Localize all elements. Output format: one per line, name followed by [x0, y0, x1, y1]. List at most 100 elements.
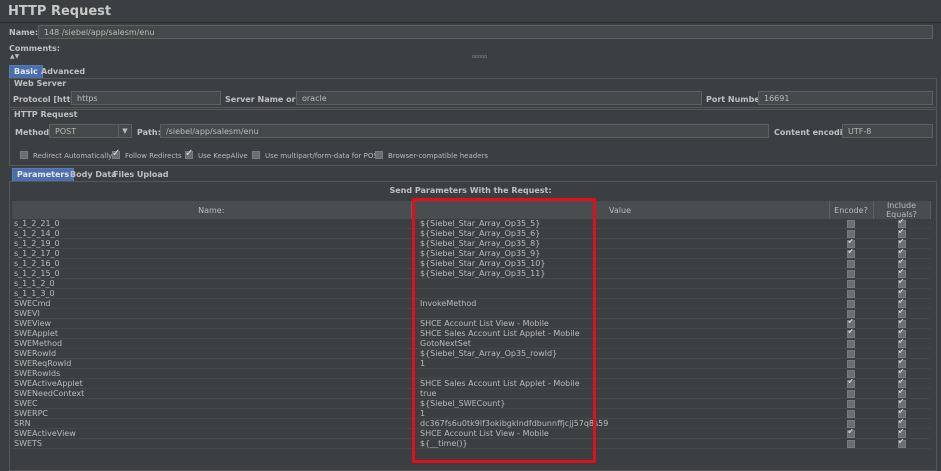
encode-checkbox[interactable] — [847, 339, 855, 348]
param-name-cell[interactable]: s_1_1_2_0 — [12, 278, 411, 289]
include-equals-cell — [873, 318, 930, 329]
include-equals-checkbox[interactable] — [897, 299, 906, 308]
server-field[interactable]: oracle — [296, 91, 702, 105]
include-equals-checkbox[interactable] — [897, 309, 906, 318]
include-equals-checkbox[interactable] — [897, 379, 906, 388]
param-name-cell[interactable]: SWEActiveApplet — [12, 378, 411, 389]
tab-files-upload[interactable]: Files Upload — [109, 169, 173, 181]
include-equals-checkbox[interactable] — [897, 329, 906, 338]
encode-checkbox[interactable] — [847, 269, 855, 278]
include-equals-checkbox[interactable] — [897, 389, 906, 398]
param-name-cell[interactable]: s_1_2_15_0 — [12, 268, 411, 279]
option-checkbox[interactable] — [375, 151, 383, 159]
param-name-cell[interactable]: SRN — [12, 418, 411, 429]
param-name-cell[interactable]: s_1_2_19_0 — [12, 238, 411, 249]
encode-checkbox[interactable] — [847, 349, 855, 358]
encode-checkbox[interactable] — [847, 289, 855, 298]
encode-checkbox[interactable] — [847, 229, 855, 238]
splitter-handle[interactable]: ooooo — [472, 54, 487, 60]
include-equals-checkbox[interactable] — [897, 369, 906, 378]
include-equals-checkbox[interactable] — [897, 289, 906, 298]
path-field[interactable]: /siebel/app/salesm/enu — [160, 124, 769, 138]
option-checkbox[interactable] — [252, 151, 260, 159]
include-equals-checkbox[interactable] — [897, 239, 906, 248]
include-equals-checkbox[interactable] — [897, 429, 906, 438]
include-equals-cell — [873, 358, 930, 369]
include-equals-checkbox[interactable] — [897, 349, 906, 358]
chevron-down-icon[interactable]: ▼ — [118, 124, 132, 138]
include-equals-checkbox[interactable] — [897, 439, 906, 448]
encode-checkbox[interactable] — [847, 429, 855, 438]
include-equals-checkbox[interactable] — [897, 409, 906, 418]
param-name-cell[interactable]: s_1_2_14_0 — [12, 228, 411, 239]
param-name-cell[interactable]: SWENeedContext — [12, 388, 411, 399]
name-field[interactable]: 148 /siebel/app/salesm/enu — [38, 25, 933, 39]
method-select[interactable]: POST — [49, 124, 119, 138]
include-equals-cell — [873, 438, 930, 449]
param-name-cell[interactable]: SWERowIds — [12, 368, 411, 379]
column-header-encode[interactable]: Encode? — [829, 201, 874, 219]
param-name-cell[interactable]: SWECmd — [12, 298, 411, 309]
encode-checkbox[interactable] — [847, 359, 855, 368]
encode-checkbox[interactable] — [847, 279, 855, 288]
encode-checkbox[interactable] — [847, 319, 855, 328]
param-name-cell[interactable]: SWEMethod — [12, 338, 411, 349]
param-name-cell[interactable]: s_1_1_3_0 — [12, 288, 411, 299]
encode-cell — [829, 268, 873, 279]
param-name-cell[interactable]: SWEVI — [12, 308, 411, 319]
param-name-cell[interactable]: SWEView — [12, 318, 411, 329]
include-equals-checkbox[interactable] — [897, 219, 906, 228]
include-equals-checkbox[interactable] — [897, 229, 906, 238]
param-name-cell[interactable]: SWEActiveView — [12, 428, 411, 439]
tab-parameters[interactable]: Parameters — [12, 168, 75, 182]
encode-checkbox[interactable] — [847, 309, 855, 318]
encode-cell — [829, 298, 873, 309]
include-equals-cell — [873, 308, 930, 319]
option-checkbox[interactable] — [185, 148, 193, 159]
encode-checkbox[interactable] — [847, 419, 855, 428]
encoding-field[interactable]: UTF-8 — [842, 124, 933, 138]
param-name-cell[interactable]: s_1_2_17_0 — [12, 248, 411, 259]
param-name-cell[interactable]: SWERowId — [12, 348, 411, 359]
include-equals-cell — [873, 219, 930, 229]
encode-checkbox[interactable] — [847, 389, 855, 398]
encode-checkbox[interactable] — [847, 439, 855, 448]
option-checkbox[interactable] — [112, 148, 120, 159]
collapse-arrows-icon[interactable]: ▲▼ — [10, 53, 19, 60]
include-equals-checkbox[interactable] — [897, 319, 906, 328]
param-name-cell[interactable]: SWETS — [12, 438, 411, 449]
encode-checkbox[interactable] — [847, 239, 855, 248]
protocol-field[interactable]: https — [71, 91, 221, 105]
option-label: Browser-compatible headers — [388, 152, 489, 160]
encode-checkbox[interactable] — [847, 299, 855, 308]
include-equals-checkbox[interactable] — [897, 339, 906, 348]
encode-checkbox[interactable] — [847, 399, 855, 408]
param-name-cell[interactable]: SWEC — [12, 398, 411, 409]
encode-cell — [829, 318, 873, 329]
port-field[interactable]: 16691 — [758, 91, 933, 105]
param-name-cell[interactable]: s_1_2_16_0 — [12, 258, 411, 269]
option-checkbox[interactable] — [20, 151, 28, 159]
include-equals-checkbox[interactable] — [897, 279, 906, 288]
column-header-name[interactable]: Name: — [12, 201, 412, 219]
encode-checkbox[interactable] — [847, 379, 855, 388]
include-equals-checkbox[interactable] — [897, 359, 906, 368]
encode-checkbox[interactable] — [847, 259, 855, 268]
encode-checkbox[interactable] — [847, 409, 855, 418]
encode-checkbox[interactable] — [847, 249, 855, 258]
param-name-cell[interactable]: SWEReqRowId — [12, 358, 411, 369]
param-name-cell[interactable]: SWERPC — [12, 408, 411, 419]
include-equals-checkbox[interactable] — [897, 249, 906, 258]
param-name-cell[interactable]: SWEApplet — [12, 328, 411, 339]
encode-checkbox[interactable] — [847, 369, 855, 378]
include-equals-checkbox[interactable] — [897, 419, 906, 428]
include-equals-checkbox[interactable] — [897, 399, 906, 408]
param-name-cell[interactable]: s_1_2_21_0 — [12, 219, 411, 229]
column-header-include-equals[interactable]: Include Equals? — [873, 201, 931, 219]
encode-checkbox[interactable] — [847, 219, 855, 228]
encode-checkbox[interactable] — [847, 329, 855, 338]
tab-advanced[interactable]: Advanced — [37, 66, 89, 78]
include-equals-cell — [873, 418, 930, 429]
include-equals-checkbox[interactable] — [897, 259, 906, 268]
include-equals-checkbox[interactable] — [897, 269, 906, 278]
